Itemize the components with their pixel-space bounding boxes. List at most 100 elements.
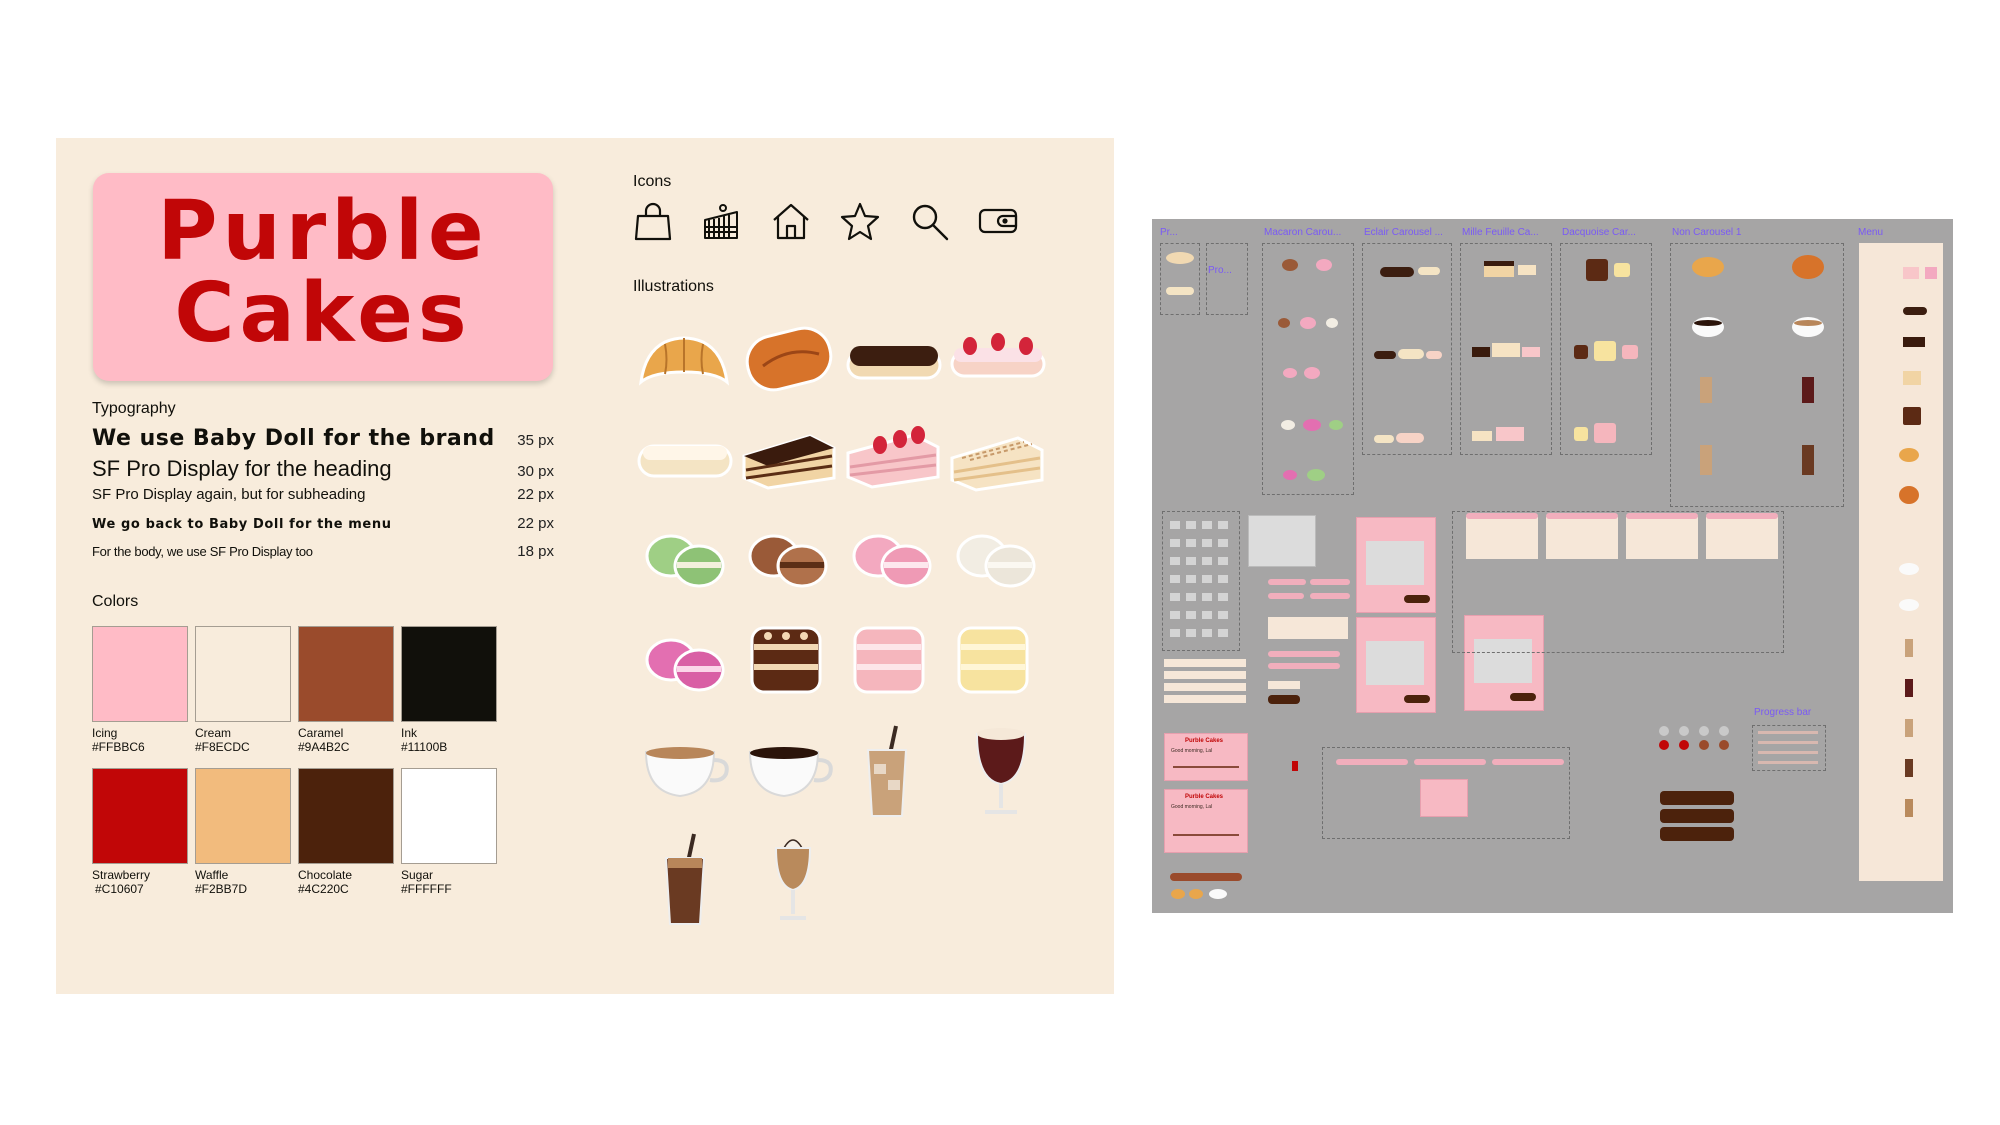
notification-toast[interactable] <box>1660 809 1734 823</box>
slider[interactable] <box>1492 759 1564 765</box>
frappe-illustration <box>774 839 812 920</box>
component-frame[interactable] <box>1206 243 1248 315</box>
pistachio-macaron-illustration <box>645 534 725 588</box>
dropdown-field[interactable] <box>1164 671 1246 679</box>
croissant-illustration <box>639 336 729 386</box>
confirm-button[interactable] <box>1404 695 1430 703</box>
color-swatch-strawberry: Strawberry #C10607 <box>92 768 188 896</box>
notification-toast[interactable] <box>1660 791 1734 805</box>
color-hex: #FFFFFF <box>401 882 452 896</box>
progress-steps <box>1659 726 1729 750</box>
frame-title[interactable]: Progress bar <box>1754 707 1811 718</box>
typography-size: 22 px <box>517 515 554 532</box>
colors-heading: Colors <box>92 593 139 610</box>
iced-mocha-illustration <box>664 833 706 925</box>
dropdown-field[interactable] <box>1164 659 1246 667</box>
toggle[interactable] <box>1292 761 1298 771</box>
chip[interactable] <box>1310 593 1350 599</box>
chocolate-mille-feuille-illustration <box>742 434 836 490</box>
chip[interactable] <box>1310 579 1350 585</box>
confirm-button[interactable] <box>1404 595 1430 603</box>
text-field[interactable] <box>1268 651 1340 657</box>
chip[interactable] <box>1268 593 1304 599</box>
frame-title[interactable]: Mille Feuille Ca... <box>1462 227 1539 238</box>
typography-sample: We use Baby Doll for the brand <box>92 426 495 451</box>
text-area[interactable] <box>1268 617 1348 639</box>
map-preview[interactable] <box>1248 515 1316 567</box>
dropdown-menu[interactable] <box>1466 517 1538 559</box>
eclair-thumbnail <box>1166 287 1194 295</box>
select-field[interactable] <box>1268 681 1300 689</box>
color-swatch-caramel: Caramel #9A4B2C <box>298 626 394 754</box>
color-swatch-chocolate: Chocolate #4C220C <box>298 768 394 896</box>
eclair-thumbnails <box>1374 267 1442 443</box>
popup-dialog[interactable] <box>1420 779 1468 817</box>
typography-size: 18 px <box>517 543 554 560</box>
dropdown-menu[interactable] <box>1546 517 1618 559</box>
typography-sample: For the body, we use SF Pro Display too <box>92 544 313 559</box>
slider[interactable] <box>1414 759 1486 765</box>
text-field[interactable] <box>1268 663 1340 669</box>
notification-toast[interactable] <box>1660 827 1734 841</box>
dropdown-field[interactable] <box>1164 695 1246 703</box>
dropdown-menu[interactable] <box>1626 517 1698 559</box>
lemon-dacquoise-illustration <box>957 626 1029 694</box>
color-hex: #F2BB7D <box>195 882 248 896</box>
confirm-button[interactable] <box>1510 693 1536 701</box>
dropdown-header[interactable] <box>1466 513 1538 519</box>
color-name: Strawberry <box>92 868 151 882</box>
label-bar[interactable] <box>1170 873 1242 881</box>
dropdown-header[interactable] <box>1706 513 1778 519</box>
espresso-illustration <box>748 747 833 798</box>
typography-row-body: For the body, we use SF Pro Display too … <box>92 543 554 560</box>
chip[interactable] <box>1268 579 1306 585</box>
star-icon <box>840 202 880 241</box>
iced-latte-illustration <box>866 725 908 817</box>
brand-card[interactable]: Purble Cakes Good morning, Lal <box>1164 789 1248 853</box>
macaron-thumbnails <box>1278 259 1343 481</box>
typography-row-heading: SF Pro Display for the heading 30 px <box>92 456 554 482</box>
slider[interactable] <box>1336 759 1408 765</box>
color-name: Ink <box>401 726 418 740</box>
typography-row-subheading: SF Pro Display again, but for subheading… <box>92 486 554 503</box>
brand-card[interactable]: Purble Cakes Good morning, Lal <box>1164 733 1248 781</box>
color-hex: #FFBBC6 <box>92 740 145 754</box>
icons-heading: Icons <box>633 173 672 190</box>
color-hex: #F8ECDC <box>195 740 250 754</box>
cake-slice-icon <box>704 204 738 239</box>
typography-row-brand: We use Baby Doll for the brand 35 px <box>92 426 554 451</box>
color-chip <box>195 768 291 864</box>
frame-title[interactable]: Menu <box>1858 227 1883 238</box>
frame-title[interactable]: Non Carousel 1 <box>1672 227 1741 238</box>
color-hex: #9A4B2C <box>298 740 350 754</box>
croissant-thumbnail <box>1166 252 1194 264</box>
frame-title[interactable]: Eclair Carousel ... <box>1364 227 1443 238</box>
greeting-text: Good morning, Lal <box>1171 748 1213 754</box>
style-guide-board: Purble Cakes Typography We use Baby Doll… <box>56 138 1114 994</box>
typography-sample: SF Pro Display for the heading <box>92 456 392 481</box>
wallet-icon <box>978 208 1018 234</box>
color-name: Chocolate <box>298 868 353 882</box>
icon-grid <box>1170 521 1228 637</box>
dropdown-menu[interactable] <box>1706 517 1778 559</box>
dropdown-header[interactable] <box>1626 513 1698 519</box>
typography-size: 30 px <box>517 463 554 480</box>
figma-canvas[interactable]: Pr... Macaron Carou... Eclair Carousel .… <box>1152 219 1953 913</box>
chocolate-dacquoise-illustration <box>750 626 822 694</box>
frame-title[interactable]: Macaron Carou... <box>1264 227 1341 238</box>
chocolate-macaron-illustration <box>748 534 828 588</box>
color-name: Cream <box>195 726 232 740</box>
brand-logo: Purble Cakes <box>93 191 553 355</box>
color-chip <box>92 768 188 864</box>
primary-button[interactable] <box>1268 695 1300 704</box>
color-hex: #11100B <box>401 740 448 754</box>
frame-title[interactable]: Dacquoise Car... <box>1562 227 1636 238</box>
dropdown-header[interactable] <box>1546 513 1618 519</box>
dropdown-field[interactable] <box>1164 683 1246 691</box>
shopping-bag-icon <box>634 202 672 241</box>
color-chip <box>401 768 497 864</box>
color-chip <box>298 626 394 722</box>
frame-title[interactable]: Pr... <box>1160 227 1178 238</box>
progress-track <box>1173 766 1239 768</box>
rose-macaron-illustration <box>852 534 932 588</box>
